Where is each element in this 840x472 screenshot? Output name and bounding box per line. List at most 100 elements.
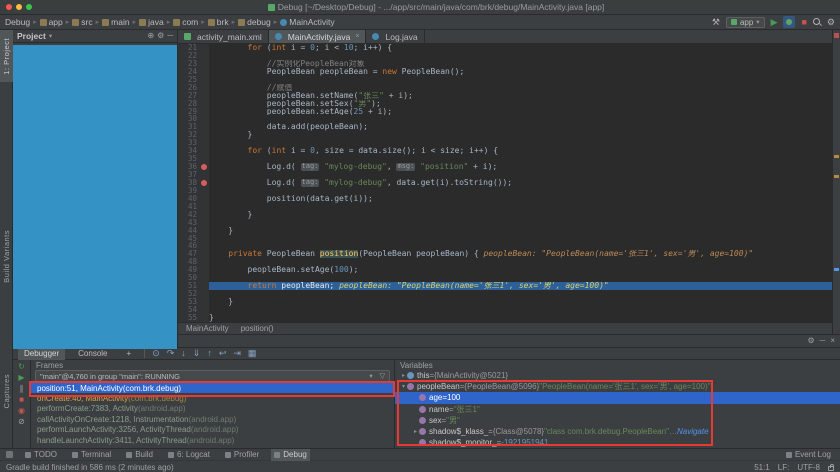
event-log-button[interactable]: Event Log xyxy=(783,449,834,461)
filter-icon[interactable]: ▽ xyxy=(380,372,385,380)
tool-window-button-6-logcat[interactable]: 6: Logcat xyxy=(165,449,213,461)
build-hammer-icon[interactable]: ⚒ xyxy=(712,18,720,27)
settings-gear-icon[interactable]: ⚙ xyxy=(807,337,814,345)
thread-selector[interactable]: "main"@4,760 in group "main": RUNNING ▾ … xyxy=(35,370,390,382)
rerun-button[interactable]: ↻ xyxy=(18,362,25,372)
tool-window-button-project[interactable]: 1: Project xyxy=(0,30,13,82)
code-line[interactable]: 24 PeopleBean peopleBean = new PeopleBea… xyxy=(178,68,832,76)
breadcrumb-method[interactable]: position() xyxy=(241,324,274,333)
breadcrumb-item-java[interactable]: java xyxy=(139,17,164,27)
code-line[interactable]: 45 xyxy=(178,235,832,243)
stack-frame-item[interactable]: position:51, MainActivity (com.brk.debug… xyxy=(31,383,394,393)
stack-frame-item[interactable]: onCreate:40, MainActivity (com.brk.debug… xyxy=(31,393,394,403)
search-icon[interactable] xyxy=(813,18,821,26)
close-tab-icon[interactable]: × xyxy=(355,33,359,40)
force-step-into-icon[interactable]: ⇓ xyxy=(193,349,201,358)
code-line[interactable]: 44 } xyxy=(178,227,832,235)
tool-windows-toggle-icon[interactable] xyxy=(6,451,13,458)
variable-item[interactable]: sex = "男" xyxy=(395,415,840,426)
code-line[interactable]: 50 xyxy=(178,274,832,282)
breadcrumb-item-src[interactable]: src xyxy=(72,17,92,27)
variable-item[interactable]: age = 100 xyxy=(395,392,840,403)
code-line[interactable]: 36 Log.d( tag: "mylog-debug", msg: "posi… xyxy=(178,163,832,171)
tool-window-button-captures[interactable]: Captures xyxy=(0,355,13,427)
variable-item[interactable]: shadow$_monitor_ = -1921951941 xyxy=(395,437,840,448)
code-line[interactable]: 21 for (int i = 0; i < 10; i++) { xyxy=(178,44,832,52)
editor-tab-Log-java[interactable]: Log.java xyxy=(366,30,424,43)
breadcrumb-item-mainactivity[interactable]: MainActivity xyxy=(280,17,334,27)
run-configuration-select[interactable]: app ▾ xyxy=(726,17,765,28)
breakpoint-icon[interactable] xyxy=(200,179,209,187)
stripe-mark-current[interactable] xyxy=(834,268,839,271)
code-line[interactable]: 48 xyxy=(178,258,832,266)
code-line[interactable]: 32 } xyxy=(178,131,832,139)
stack-frame-item[interactable]: performCreate:7383, Activity (android.ap… xyxy=(31,404,394,414)
code-line[interactable]: 51 return peopleBean; peopleBean: "Peopl… xyxy=(178,282,832,290)
editor-tab-MainActivity-java[interactable]: MainActivity.java× xyxy=(269,30,367,43)
run-to-cursor-icon[interactable]: ⇥ xyxy=(233,349,241,358)
code-line[interactable]: 39 xyxy=(178,187,832,195)
hide-panel-icon[interactable]: ─ xyxy=(167,32,173,40)
breakpoint-icon[interactable] xyxy=(200,163,209,171)
code-line[interactable]: 25 xyxy=(178,76,832,84)
view-breakpoints-button[interactable]: ◉ xyxy=(18,406,25,416)
tool-window-button-build-variants[interactable]: Build Variants xyxy=(0,220,13,292)
tool-window-button-profiler[interactable]: Profiler xyxy=(222,449,262,461)
code-line[interactable]: 38 Log.d( tag: "mylog-debug", data.get(i… xyxy=(178,179,832,187)
file-encoding[interactable]: UTF-8 xyxy=(797,463,820,472)
code-editor[interactable]: 21 for (int i = 0; i < 10; i++) {2223 //… xyxy=(178,44,832,322)
code-line[interactable]: 46 xyxy=(178,242,832,250)
error-stripe[interactable] xyxy=(832,30,840,334)
line-separator[interactable]: LF: xyxy=(778,463,790,472)
stack-frame-item[interactable]: callActivityOnCreate:1218, Instrumentati… xyxy=(31,414,394,424)
minimize-window-button[interactable] xyxy=(16,4,22,10)
close-icon[interactable]: × xyxy=(830,337,835,345)
project-view-select[interactable]: Project xyxy=(17,31,46,41)
code-line[interactable]: 43 xyxy=(178,219,832,227)
breadcrumb-item-app[interactable]: app xyxy=(40,17,63,27)
stop-button[interactable]: ■ xyxy=(801,18,806,27)
code-line[interactable]: 35 xyxy=(178,155,832,163)
code-line[interactable]: 37 xyxy=(178,171,832,179)
variable-item[interactable]: name = "张三1" xyxy=(395,404,840,415)
variable-item[interactable]: ▾peopleBean = {PeopleBean@5096} "PeopleB… xyxy=(395,381,840,392)
close-window-button[interactable] xyxy=(6,4,12,10)
stack-frame-item[interactable]: handleLaunchActivity:3411, ActivityThrea… xyxy=(31,435,394,445)
step-into-icon[interactable]: ↓ xyxy=(181,349,186,358)
tool-window-button-terminal[interactable]: Terminal xyxy=(69,449,114,461)
code-line[interactable]: 49 peopleBean.setAge(100); xyxy=(178,266,832,274)
breadcrumb-item-brk[interactable]: brk xyxy=(208,17,229,27)
breadcrumb-item-com[interactable]: com xyxy=(173,17,198,27)
navigate-link[interactable]: Navigate xyxy=(677,427,709,436)
code-line[interactable]: 28 peopleBean.setSex("男"); xyxy=(178,100,832,108)
settings-gear-icon[interactable]: ⚙ xyxy=(157,32,164,40)
stack-frame-item[interactable]: performLaunchActivity:3256, ActivityThre… xyxy=(31,425,394,435)
code-line[interactable]: 53 } xyxy=(178,298,832,306)
mute-breakpoints-button[interactable]: ⊘ xyxy=(18,417,25,427)
code-line[interactable]: 29 peopleBean.setAge(25 + i); xyxy=(178,108,832,116)
hide-panel-icon[interactable]: ─ xyxy=(820,337,826,345)
drop-frame-icon[interactable]: ↩ xyxy=(219,349,227,358)
locate-file-icon[interactable]: ⊕ xyxy=(147,32,154,40)
code-line[interactable]: 52 xyxy=(178,290,832,298)
pause-button[interactable]: ∥ xyxy=(20,384,24,394)
breadcrumb-class[interactable]: MainActivity xyxy=(186,324,229,333)
code-line[interactable]: 47 private PeopleBean position(PeopleBea… xyxy=(178,250,832,258)
editor-tab-activity_main-xml[interactable]: activity_main.xml xyxy=(178,30,269,43)
evaluate-expression-icon[interactable]: ▦ xyxy=(248,349,257,358)
lock-icon[interactable] xyxy=(828,466,834,471)
breadcrumb-item-debug[interactable]: debug xyxy=(238,17,271,27)
stripe-mark[interactable] xyxy=(834,175,839,178)
tool-window-button-debug[interactable]: Debug xyxy=(271,449,310,461)
code-line[interactable]: 34 for (int i = 0, size = data.size(); i… xyxy=(178,147,832,155)
variable-item[interactable]: ▸shadow$_klass_ = {Class@5078} "class co… xyxy=(395,426,840,437)
run-button[interactable]: ▶ xyxy=(771,18,778,27)
stripe-mark[interactable] xyxy=(834,155,839,158)
code-line[interactable]: 42 } xyxy=(178,211,832,219)
variable-item[interactable]: ▸this = {MainActivity@5021} xyxy=(395,370,840,381)
code-line[interactable]: 40 position(data.get(i)); xyxy=(178,195,832,203)
code-line[interactable]: 55} xyxy=(178,314,832,322)
code-line[interactable]: 54 xyxy=(178,306,832,314)
caret-position[interactable]: 51:1 xyxy=(754,463,770,472)
code-line[interactable]: 22 xyxy=(178,52,832,60)
